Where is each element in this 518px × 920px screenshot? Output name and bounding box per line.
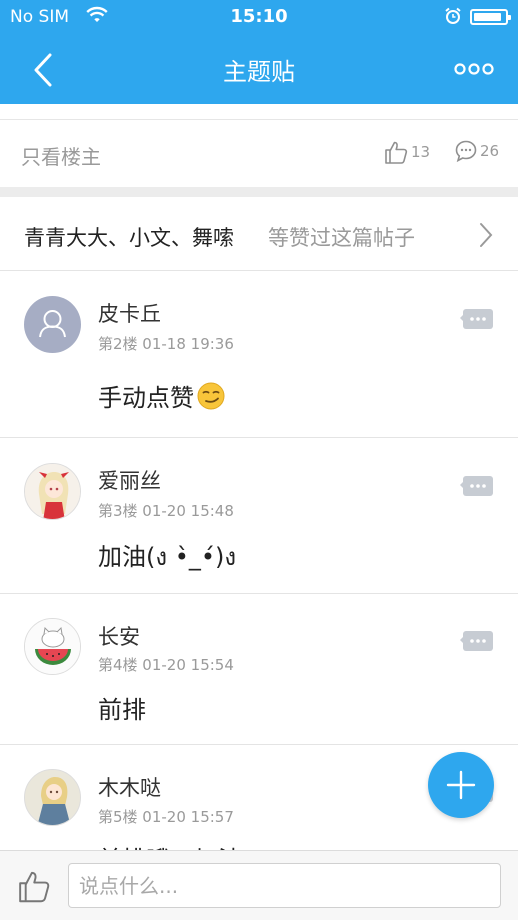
- reply-button[interactable]: [460, 630, 494, 654]
- post-meta: 第4楼 01-20 15:54: [98, 656, 234, 674]
- more-dots-icon: [454, 63, 494, 75]
- bottom-like-button[interactable]: [16, 868, 52, 908]
- post-author[interactable]: 皮卡丘: [98, 298, 161, 328]
- alarm-clock-icon: [444, 7, 462, 29]
- battery-level: [474, 13, 501, 21]
- avatar[interactable]: [24, 463, 81, 520]
- like-button[interactable]: 13: [383, 139, 430, 165]
- like-count: 13: [411, 143, 431, 161]
- chevron-left-icon: [34, 53, 52, 87]
- anime-girl-avatar-icon: [25, 464, 80, 519]
- reply-bubble-icon: [460, 631, 493, 651]
- section-divider: [0, 187, 518, 197]
- page-title: 主题贴: [223, 58, 295, 86]
- navigation-bar: 主题贴: [0, 34, 518, 104]
- app-header: No SIM 15:10 主题贴: [0, 0, 518, 104]
- post-author[interactable]: 长安: [98, 621, 140, 651]
- likers-names: 青青大大、小文、舞嗦: [24, 226, 234, 250]
- comment-count: 26: [480, 142, 500, 160]
- chevron-right-icon: [480, 223, 493, 247]
- comment-input[interactable]: [68, 863, 501, 908]
- previous-content-edge: [0, 104, 518, 120]
- likers-suffix: 等赞过这篇帖子: [268, 226, 415, 250]
- post-meta: 第3楼 01-20 15:48: [98, 502, 234, 520]
- thumbs-up-icon: [385, 141, 408, 164]
- smirk-emoji-icon: [197, 382, 225, 409]
- new-reply-fab[interactable]: [428, 752, 494, 818]
- default-user-icon: [39, 310, 66, 338]
- avatar[interactable]: [24, 296, 81, 353]
- post-author[interactable]: 爱丽丝: [98, 465, 161, 495]
- thumbs-up-icon: [19, 871, 50, 903]
- post-meta: 第5楼 01-20 15:57: [98, 808, 234, 826]
- post-content: 前排: [98, 696, 146, 724]
- more-button[interactable]: [448, 54, 500, 84]
- anime-girl-avatar-icon: [25, 770, 80, 825]
- list-item: 长安 第4楼 01-20 15:54 前排: [0, 595, 518, 745]
- watermelon-cat-avatar-icon: [25, 619, 80, 674]
- post-content: 加油(ง •̀_•́)ง: [98, 543, 237, 571]
- post-author[interactable]: 木木哒: [98, 772, 161, 802]
- post-meta: 第2楼 01-18 19:36: [98, 335, 234, 353]
- battery-tip: [508, 15, 511, 20]
- status-time: 15:10: [230, 6, 288, 27]
- likers-row[interactable]: 青青大大、小文、舞嗦 等赞过这篇帖子: [0, 197, 518, 271]
- reply-bubble-icon: [460, 476, 493, 496]
- status-bar: No SIM 15:10: [0, 0, 518, 34]
- comment-composer: [0, 850, 518, 920]
- list-item: 皮卡丘 第2楼 01-18 19:36 手动点赞: [0, 272, 518, 438]
- avatar[interactable]: [24, 618, 81, 675]
- plus-icon: [446, 770, 476, 800]
- post-content: 前排哦，加油: [98, 840, 242, 850]
- reply-button[interactable]: [460, 308, 494, 332]
- post-action-row: 只看楼主 13 26: [0, 121, 518, 187]
- reply-button[interactable]: [460, 475, 494, 499]
- avatar[interactable]: [24, 769, 81, 826]
- comment-button[interactable]: 26: [454, 139, 499, 163]
- reply-bubble-icon: [460, 309, 493, 329]
- back-button[interactable]: [26, 48, 60, 92]
- only-author-button[interactable]: 只看楼主: [21, 141, 101, 170]
- comment-bubble-icon: [455, 140, 477, 163]
- post-content: 手动点赞: [98, 378, 226, 413]
- battery-icon: [470, 9, 511, 25]
- list-item: 爱丽丝 第3楼 01-20 15:48 加油(ง •̀_•́)ง: [0, 439, 518, 594]
- post-text: 手动点赞: [98, 384, 194, 412]
